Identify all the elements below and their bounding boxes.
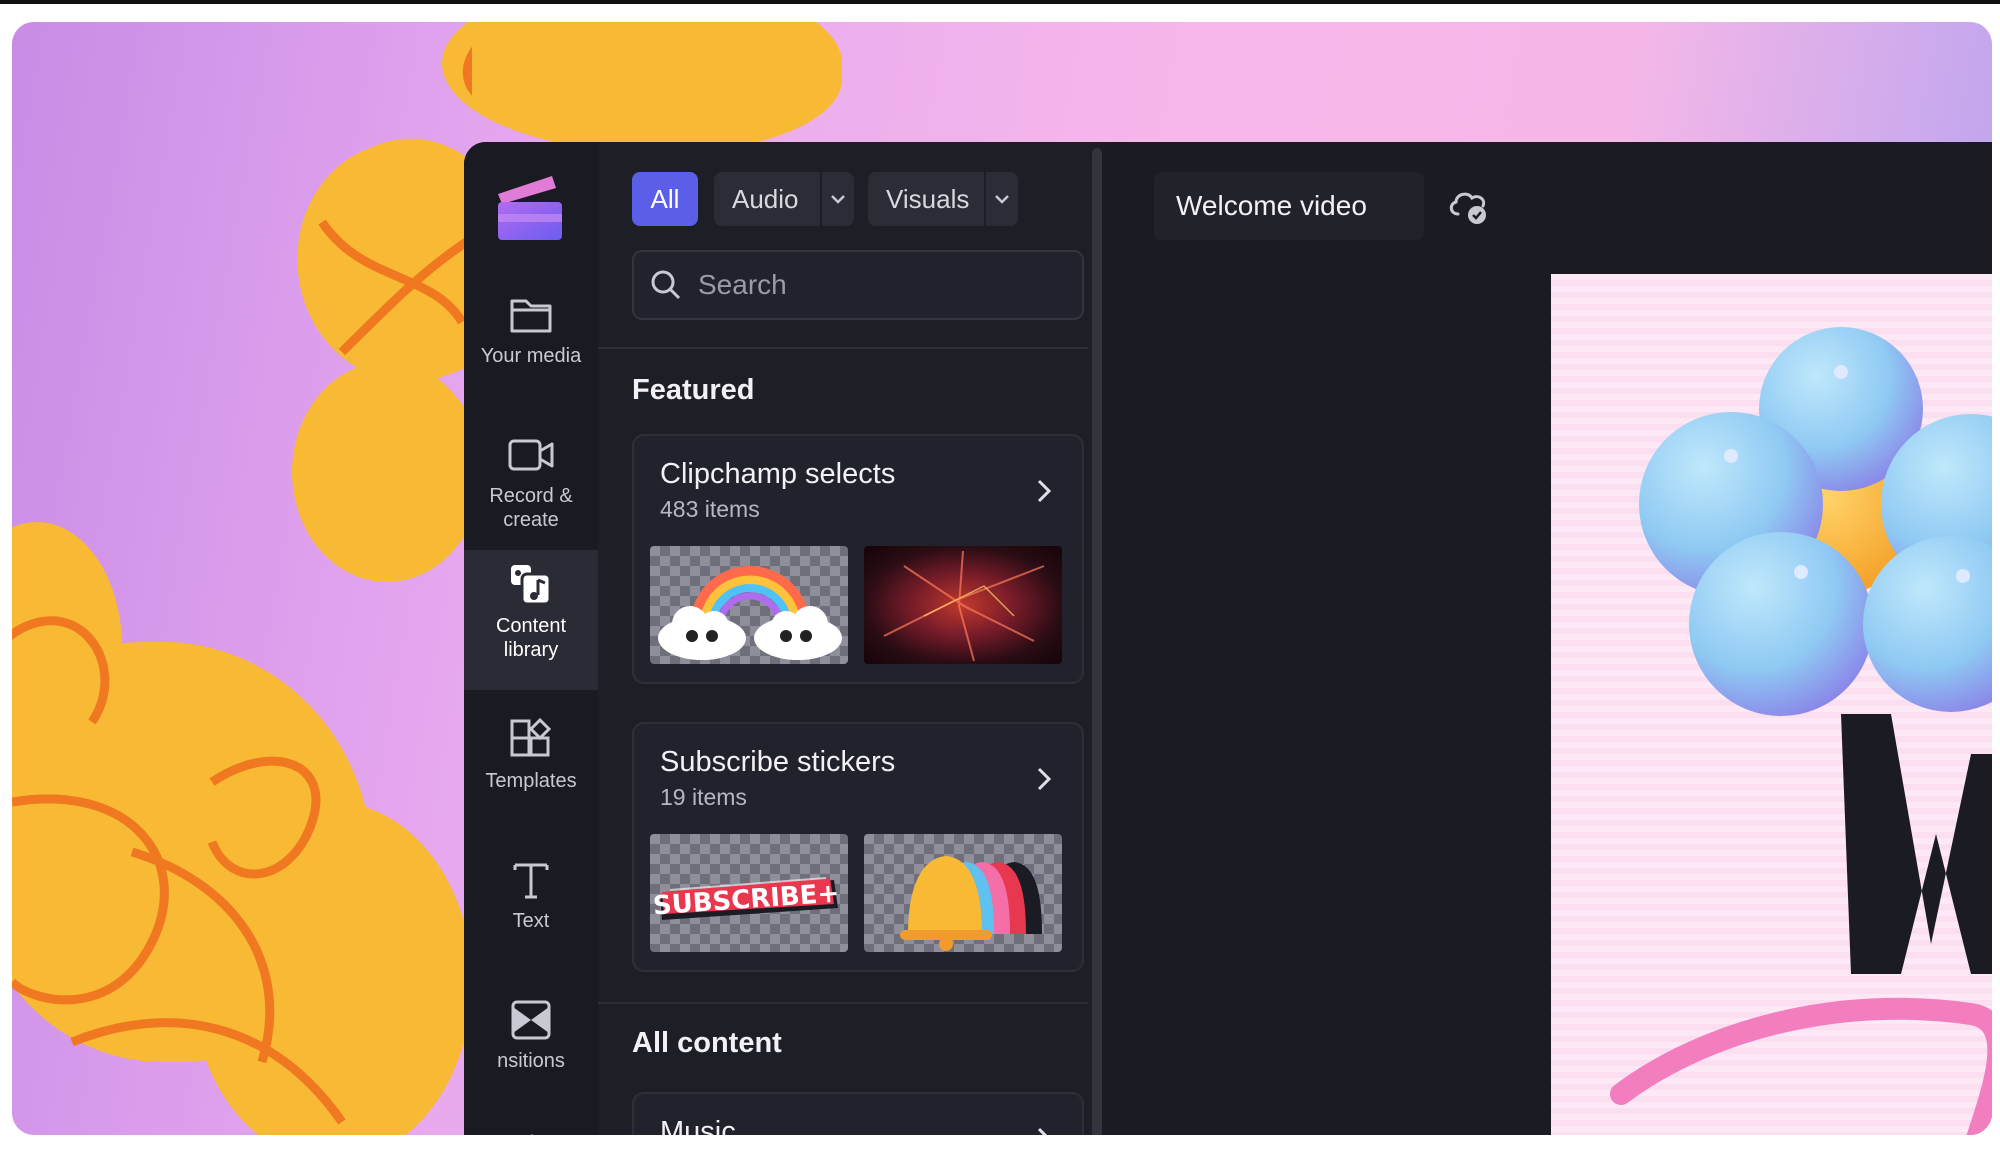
decor-scribbles: [12, 46, 472, 1125]
nav-rail: Your media Record & create Content libra…: [464, 142, 598, 1135]
filter-visuals-label: Visuals: [886, 183, 970, 214]
thumbnail-red-burst[interactable]: [864, 546, 1062, 664]
chevron-right-icon[interactable]: [1032, 1124, 1056, 1135]
card-count: 19 items: [660, 784, 747, 810]
nav-label: Record & create: [489, 485, 573, 531]
video-preview-canvas[interactable]: [1551, 274, 1992, 1135]
clipchamp-app-window: Your media Record & create Content libra…: [464, 142, 1992, 1135]
nav-your-media[interactable]: Your media: [464, 292, 598, 418]
camera-icon: [508, 432, 554, 478]
all-content-music[interactable]: Music: [632, 1092, 1084, 1135]
featured-card-clipchamp-selects[interactable]: Clipchamp selects 483 items: [632, 434, 1084, 684]
featured-heading: Featured: [632, 374, 755, 406]
nav-content-library[interactable]: Content library: [464, 550, 598, 690]
nav-transitions[interactable]: nsitions: [464, 997, 598, 1123]
all-content-heading: All content: [632, 1027, 782, 1059]
nav-templates[interactable]: Templates: [464, 717, 598, 843]
thumbnail-rainbow-clouds[interactable]: [650, 546, 848, 664]
nav-label: Your media: [480, 345, 582, 367]
featured-card-subscribe-stickers[interactable]: Subscribe stickers 19 items SUBSCRIBE+: [632, 722, 1084, 972]
text-icon: [508, 857, 554, 903]
search-icon: [634, 269, 698, 301]
filter-all-label: All: [650, 183, 680, 214]
top-border: [0, 0, 2000, 4]
editor-area: Welcome video: [1116, 142, 1992, 1135]
filter-visuals-button[interactable]: Visuals: [868, 172, 1018, 226]
thumbnail-subscribe-sticker[interactable]: SUBSCRIBE+: [650, 834, 848, 952]
nav-label: Content library: [495, 615, 567, 661]
search-input[interactable]: Search: [632, 250, 1084, 320]
svg-text:SUBSCRIBE+: SUBSCRIBE+: [652, 879, 840, 922]
thumbnail-bell-sticker[interactable]: [864, 834, 1062, 952]
nav-label: Templates: [485, 770, 577, 792]
card-count: 483 items: [660, 496, 760, 522]
search-placeholder: Search: [698, 269, 787, 300]
content-library-icon: [508, 562, 554, 608]
nav-label: Text: [512, 910, 550, 932]
chevron-down-icon[interactable]: [984, 172, 1018, 226]
nav-label: nsitions: [497, 1050, 565, 1072]
card-title: Music: [660, 1116, 736, 1135]
chevron-down-icon[interactable]: [820, 172, 854, 226]
filter-audio-button[interactable]: Audio: [714, 172, 854, 226]
nav-more-icon[interactable]: [512, 1132, 552, 1135]
panel-scrollbar[interactable]: [1092, 148, 1102, 1135]
folder-icon: [508, 292, 554, 338]
nav-text[interactable]: Text: [464, 857, 598, 983]
decor-blob: [442, 22, 842, 152]
background-stage: Your media Record & create Content libra…: [12, 22, 1992, 1135]
preview-artwork: [1610, 327, 1992, 1135]
chevron-right-icon[interactable]: [1032, 476, 1056, 506]
filter-all-button[interactable]: All: [632, 172, 698, 226]
nav-record-create[interactable]: Record & create: [464, 432, 598, 558]
divider: [598, 347, 1088, 349]
templates-icon: [508, 717, 554, 763]
chevron-right-icon[interactable]: [1032, 764, 1056, 794]
transitions-icon: [508, 997, 554, 1043]
card-title: Clipchamp selects: [660, 458, 896, 490]
project-title-field[interactable]: Welcome video: [1154, 172, 1424, 240]
filter-audio-label: Audio: [732, 183, 799, 214]
clipchamp-logo-icon[interactable]: [494, 172, 564, 242]
project-title: Welcome video: [1176, 190, 1367, 221]
divider: [598, 1002, 1088, 1004]
card-title: Subscribe stickers: [660, 746, 896, 778]
cloud-saved-icon[interactable]: [1446, 186, 1490, 226]
